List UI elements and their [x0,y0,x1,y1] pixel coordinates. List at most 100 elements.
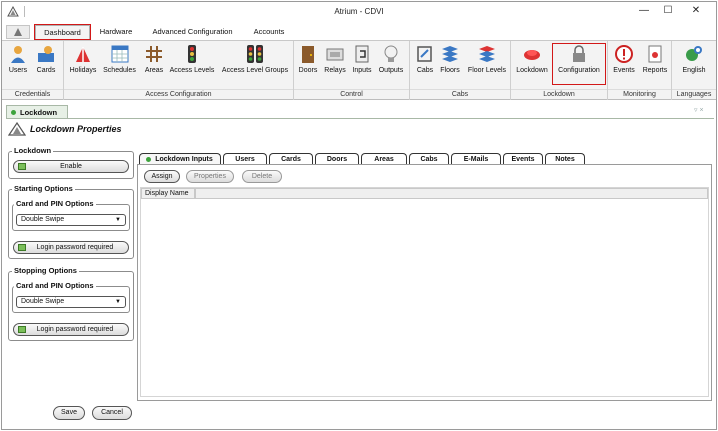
starting-card-pin-select[interactable]: Double Swipe ▼ [16,214,126,226]
schedules-icon [111,45,128,63]
column-header-display-name[interactable]: Display Name [141,188,195,199]
delete-button[interactable]: Delete [242,170,282,183]
save-button[interactable]: Save [53,406,85,420]
enable-checkbox-icon [18,163,26,170]
document-tab-controls[interactable]: ▿ × [694,106,704,114]
users-button[interactable]: Users [6,44,30,75]
display-name-grid[interactable]: Display Name [140,187,709,397]
lockdown-properties-icon [8,122,26,136]
enable-toggle[interactable]: Enable [13,160,129,173]
stopping-card-pin-group: Card and PIN Options Double Swipe ▼ [12,281,130,313]
group-monitoring: Events Reports Monitoring [608,41,672,100]
title-bar: Atrium - CDVI — ☐ ✕ [2,2,716,22]
document-tab-lockdown[interactable]: Lockdown [6,105,68,119]
stopping-login-password-toggle[interactable]: Login password required [13,323,129,336]
alert-icon [615,45,633,63]
close-button[interactable]: ✕ [684,5,708,19]
lockdown-group-legend: Lockdown [12,146,54,155]
maximize-button[interactable]: ☐ [656,5,680,19]
starting-options-legend: Starting Options [12,184,75,193]
cards-icon [38,46,54,62]
pane-title: Lockdown Properties [8,121,122,137]
stopping-login-checkbox-icon [18,326,26,333]
stopping-card-pin-select[interactable]: Double Swipe ▼ [16,296,126,308]
lockdown-button[interactable]: Lockdown [514,44,550,75]
tab-advanced-configuration[interactable]: Advanced Configuration [145,25,240,39]
cabs-button[interactable]: Cabs [414,44,436,75]
cards-button[interactable]: Cards [33,44,59,75]
properties-button[interactable]: Properties [186,170,234,183]
group-label-credentials: Credentials [2,89,63,99]
starting-card-pin-group: Card and PIN Options Double Swipe ▼ [12,199,130,231]
lightbulb-icon [384,45,398,62]
relay-icon [326,48,344,61]
app-window: Atrium - CDVI — ☐ ✕ Dashboard Hardware A… [1,1,717,430]
alarm-icon [524,50,540,60]
holidays-icon [76,47,90,62]
relays-button[interactable]: Relays [322,44,348,75]
reports-button[interactable]: Reports [640,44,670,75]
events-button[interactable]: Events [611,44,637,75]
schedules-button[interactable]: Schedules [101,44,138,75]
group-control: Doors Relays Inputs Outputs Control [294,41,410,100]
input-icon [355,45,369,63]
group-label-cabs: Cabs [410,89,510,99]
english-button[interactable]: English [676,44,712,75]
ribbon: Users Cards Credentials Holidays Schedul… [2,40,716,100]
tab-hardware[interactable]: Hardware [96,25,136,39]
report-icon [648,45,662,63]
lockdown-inputs-panel: Assign Properties Delete Display Name [137,164,712,401]
cab-icon [417,46,432,62]
footer-bar: Save Cancel [2,402,716,429]
stopping-card-pin-legend: Card and PIN Options [14,281,96,290]
group-label-lockdown: Lockdown [511,89,607,99]
chevron-down-icon: ▼ [115,299,121,305]
holidays-button[interactable]: Holidays [67,44,99,75]
chevron-down-icon: ▼ [115,217,121,223]
assign-button[interactable]: Assign [144,170,180,183]
doors-button[interactable]: Doors [297,44,319,75]
starting-login-checkbox-icon [18,244,26,251]
group-label-access-configuration: Access Configuration [64,89,293,99]
configuration-button[interactable]: Configuration [552,43,606,85]
areas-button[interactable]: Areas [142,44,166,75]
stopping-options-group: Stopping Options Card and PIN Options Do… [8,266,134,341]
tab-dashboard[interactable]: Dashboard [34,24,91,40]
group-lockdown: Lockdown Configuration Lockdown [511,41,608,100]
app-menu-icon [14,28,22,36]
floor-levels-icon [479,46,495,62]
lockdown-group: Lockdown Enable [8,146,134,179]
floor-levels-button[interactable]: Floor Levels [465,44,509,75]
group-label-languages: Languages [672,89,716,99]
access-level-groups-icon [247,45,263,63]
document-tab-label: Lockdown [20,108,58,117]
app-menu-button[interactable] [6,25,30,39]
starting-options-group: Starting Options Card and PIN Options Do… [8,184,134,259]
document-tab-divider [6,118,714,119]
starting-login-password-toggle[interactable]: Login password required [13,241,129,254]
ribbon-tab-bar: Dashboard Hardware Advanced Configuratio… [2,22,716,40]
tab-accounts[interactable]: Accounts [248,25,290,39]
floors-button[interactable]: Floors [438,44,462,75]
starting-card-pin-legend: Card and PIN Options [14,199,96,208]
users-icon [11,46,25,63]
inputs-button[interactable]: Inputs [350,44,374,75]
status-dot-icon [146,157,151,162]
access-levels-icon [188,45,196,63]
status-dot-icon [11,110,16,115]
access-level-groups-button[interactable]: Access Level Groups [219,44,291,75]
cancel-button[interactable]: Cancel [92,406,132,420]
door-icon [302,46,314,63]
group-label-control: Control [294,89,409,99]
lock-icon [573,45,585,62]
floors-icon [442,46,458,62]
group-cabs: Cabs Floors Floor Levels Cabs [410,41,511,100]
column-header-filler [195,188,708,199]
language-icon [686,46,702,61]
access-levels-button[interactable]: Access Levels [168,44,216,75]
areas-icon [146,46,162,62]
outputs-button[interactable]: Outputs [376,44,406,75]
stopping-options-legend: Stopping Options [12,266,79,275]
minimize-button[interactable]: — [632,5,656,19]
group-access-configuration: Holidays Schedules Areas Access Levels A… [64,41,294,100]
